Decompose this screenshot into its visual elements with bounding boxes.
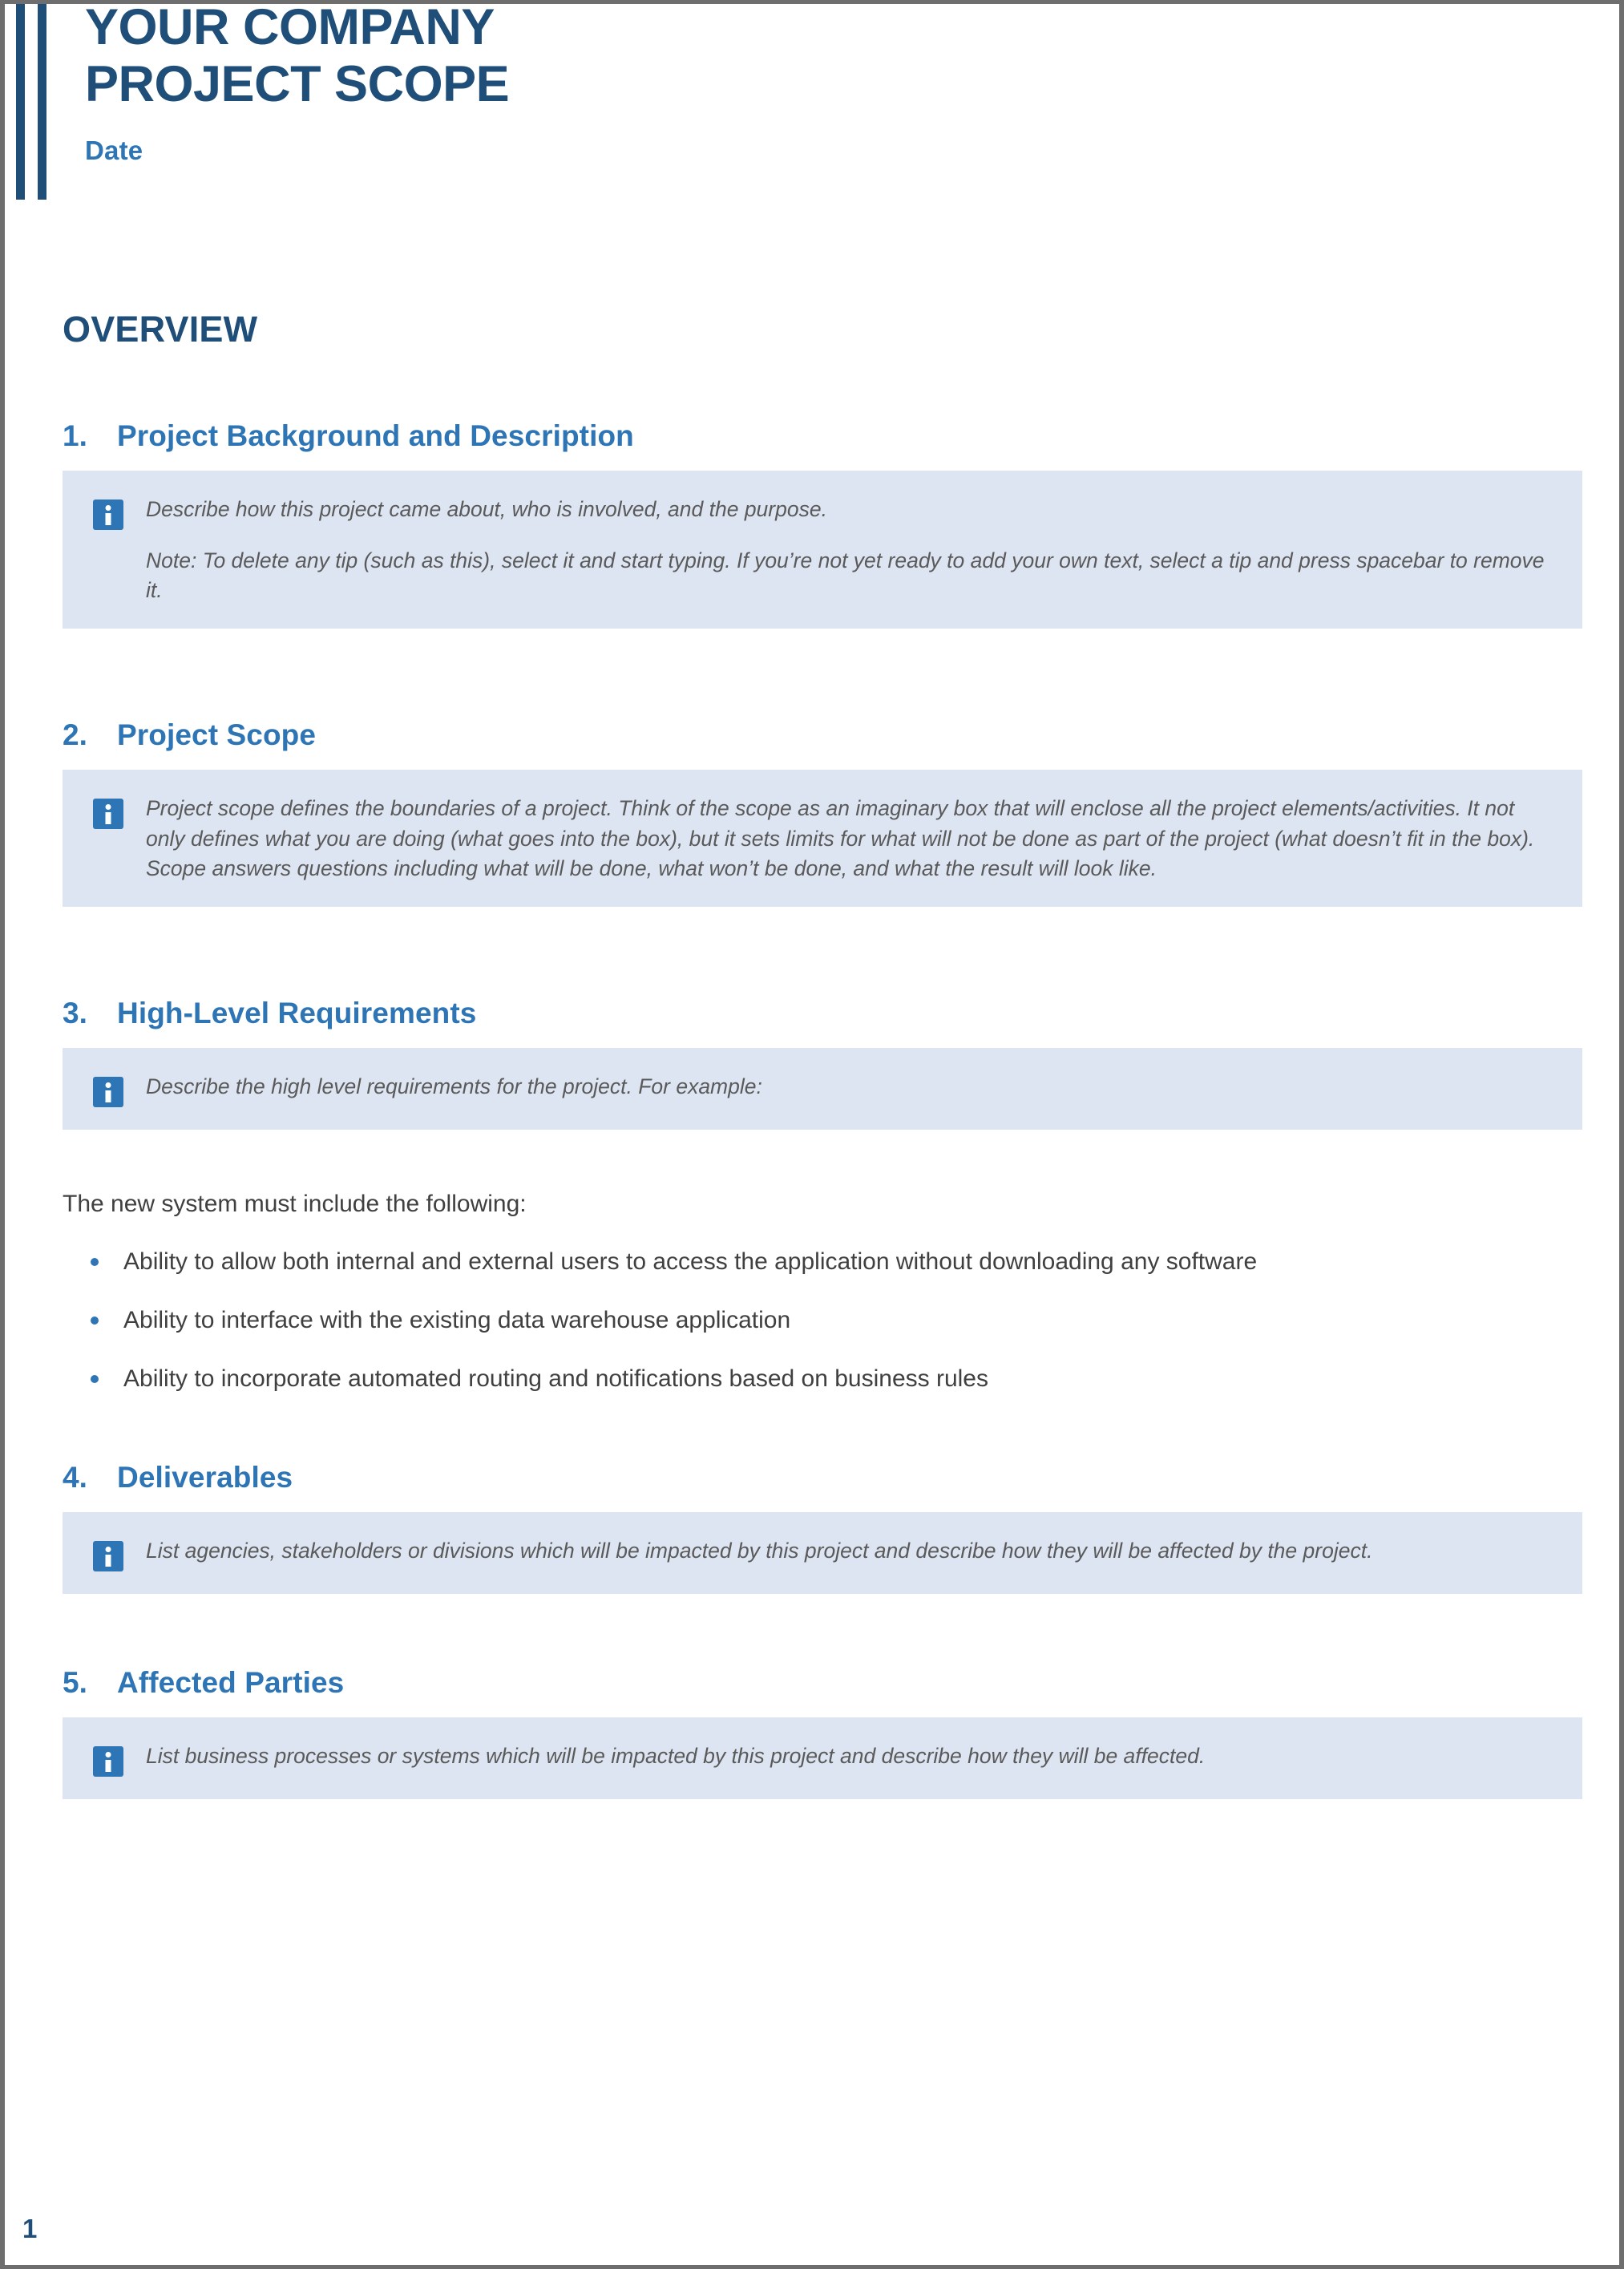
accent-bar-outer xyxy=(16,4,25,200)
page-number: 1 xyxy=(22,2214,38,2243)
section-heading-2: 2. Project Scope xyxy=(5,718,1619,752)
info-icon-stem xyxy=(105,513,111,525)
tip-text-section-3: Describe the high level requirements for… xyxy=(146,1066,762,1102)
info-icon xyxy=(93,798,123,829)
tip-paragraph: Describe how this project came about, wh… xyxy=(146,497,827,521)
section-title-3: High-Level Requirements xyxy=(117,996,477,1029)
info-icon xyxy=(93,1540,123,1571)
tip-text-section-1: Describe how this project came about, wh… xyxy=(146,488,1550,606)
info-icon xyxy=(93,1745,123,1777)
section-number-3: 3. xyxy=(63,996,88,1029)
tip-paragraph: Describe the high level requirements for… xyxy=(146,1074,762,1098)
tip-paragraph: List business processes or systems which… xyxy=(146,1743,1206,1768)
document-title-line-1: YOUR COMPANY xyxy=(85,0,495,55)
info-icon-dot xyxy=(105,803,111,810)
header-text-block: YOUR COMPANY PROJECT SCOPE Date xyxy=(85,0,510,166)
section-heading-5: 5. Affected Parties xyxy=(5,1666,1619,1700)
document-page: YOUR COMPANY PROJECT SCOPE Date OVERVIEW… xyxy=(0,0,1624,2269)
info-icon-stem xyxy=(105,811,111,824)
section-number-2: 2. xyxy=(63,718,88,751)
section-title-1: Project Background and Description xyxy=(117,419,634,452)
tip-paragraph: List agencies, stakeholders or divisions… xyxy=(146,1538,1373,1563)
requirements-bullet-list: Ability to allow both internal and exter… xyxy=(5,1221,1619,1396)
list-item: Ability to allow both internal and exter… xyxy=(5,1245,1619,1279)
document-date-placeholder[interactable]: Date xyxy=(85,113,509,166)
tip-paragraph: Project scope defines the boundaries of … xyxy=(146,795,1535,881)
info-icon-dot xyxy=(105,1751,111,1757)
document-title-line-2: PROJECT SCOPE xyxy=(85,56,510,113)
section-number-4: 4. xyxy=(63,1460,88,1494)
accent-bar-inner xyxy=(38,4,46,200)
document-body: OVERVIEW 1. Project Background and Descr… xyxy=(5,208,1619,1799)
section-title-4: Deliverables xyxy=(117,1460,293,1494)
tip-box-section-2[interactable]: Project scope defines the boundaries of … xyxy=(63,769,1582,907)
section-title-2: Project Scope xyxy=(117,718,317,751)
overview-heading: OVERVIEW xyxy=(63,309,258,350)
header-accent-bars xyxy=(16,4,55,200)
tip-box-section-4[interactable]: List agencies, stakeholders or divisions… xyxy=(63,1511,1582,1594)
tip-text-section-5: List business processes or systems which… xyxy=(146,1735,1205,1772)
section-heading-3: 3. High-Level Requirements xyxy=(5,997,1619,1030)
info-icon-stem xyxy=(105,1759,111,1772)
document-header: YOUR COMPANY PROJECT SCOPE Date xyxy=(5,4,1619,208)
tip-box-section-3[interactable]: Describe the high level requirements for… xyxy=(63,1047,1582,1130)
info-icon-dot xyxy=(105,1082,111,1088)
list-item: Ability to interface with the existing d… xyxy=(5,1304,1619,1337)
section-title-5: Affected Parties xyxy=(117,1665,345,1699)
info-icon xyxy=(93,1076,123,1107)
tip-box-section-1[interactable]: Describe how this project came about, wh… xyxy=(63,471,1582,629)
info-icon-dot xyxy=(105,1546,111,1552)
section-number-1: 1. xyxy=(63,419,88,452)
info-icon-stem xyxy=(105,1090,111,1102)
tip-text-section-2: Project scope defines the boundaries of … xyxy=(146,787,1550,884)
info-icon-stem xyxy=(105,1554,111,1567)
section-heading-1: 1. Project Background and Description xyxy=(5,419,1619,453)
info-icon-dot xyxy=(105,505,111,511)
section-heading-4: 4. Deliverables xyxy=(5,1461,1619,1494)
tip-paragraph: Note: To delete any tip (such as this), … xyxy=(146,548,1545,603)
info-icon xyxy=(93,500,123,530)
tip-text-section-4: List agencies, stakeholders or divisions… xyxy=(146,1530,1372,1567)
requirements-lead-in: The new system must include the followin… xyxy=(63,1190,527,1217)
tip-box-section-5[interactable]: List business processes or systems which… xyxy=(63,1717,1582,1799)
list-item: Ability to incorporate automated routing… xyxy=(5,1362,1619,1396)
section-number-5: 5. xyxy=(63,1665,88,1699)
